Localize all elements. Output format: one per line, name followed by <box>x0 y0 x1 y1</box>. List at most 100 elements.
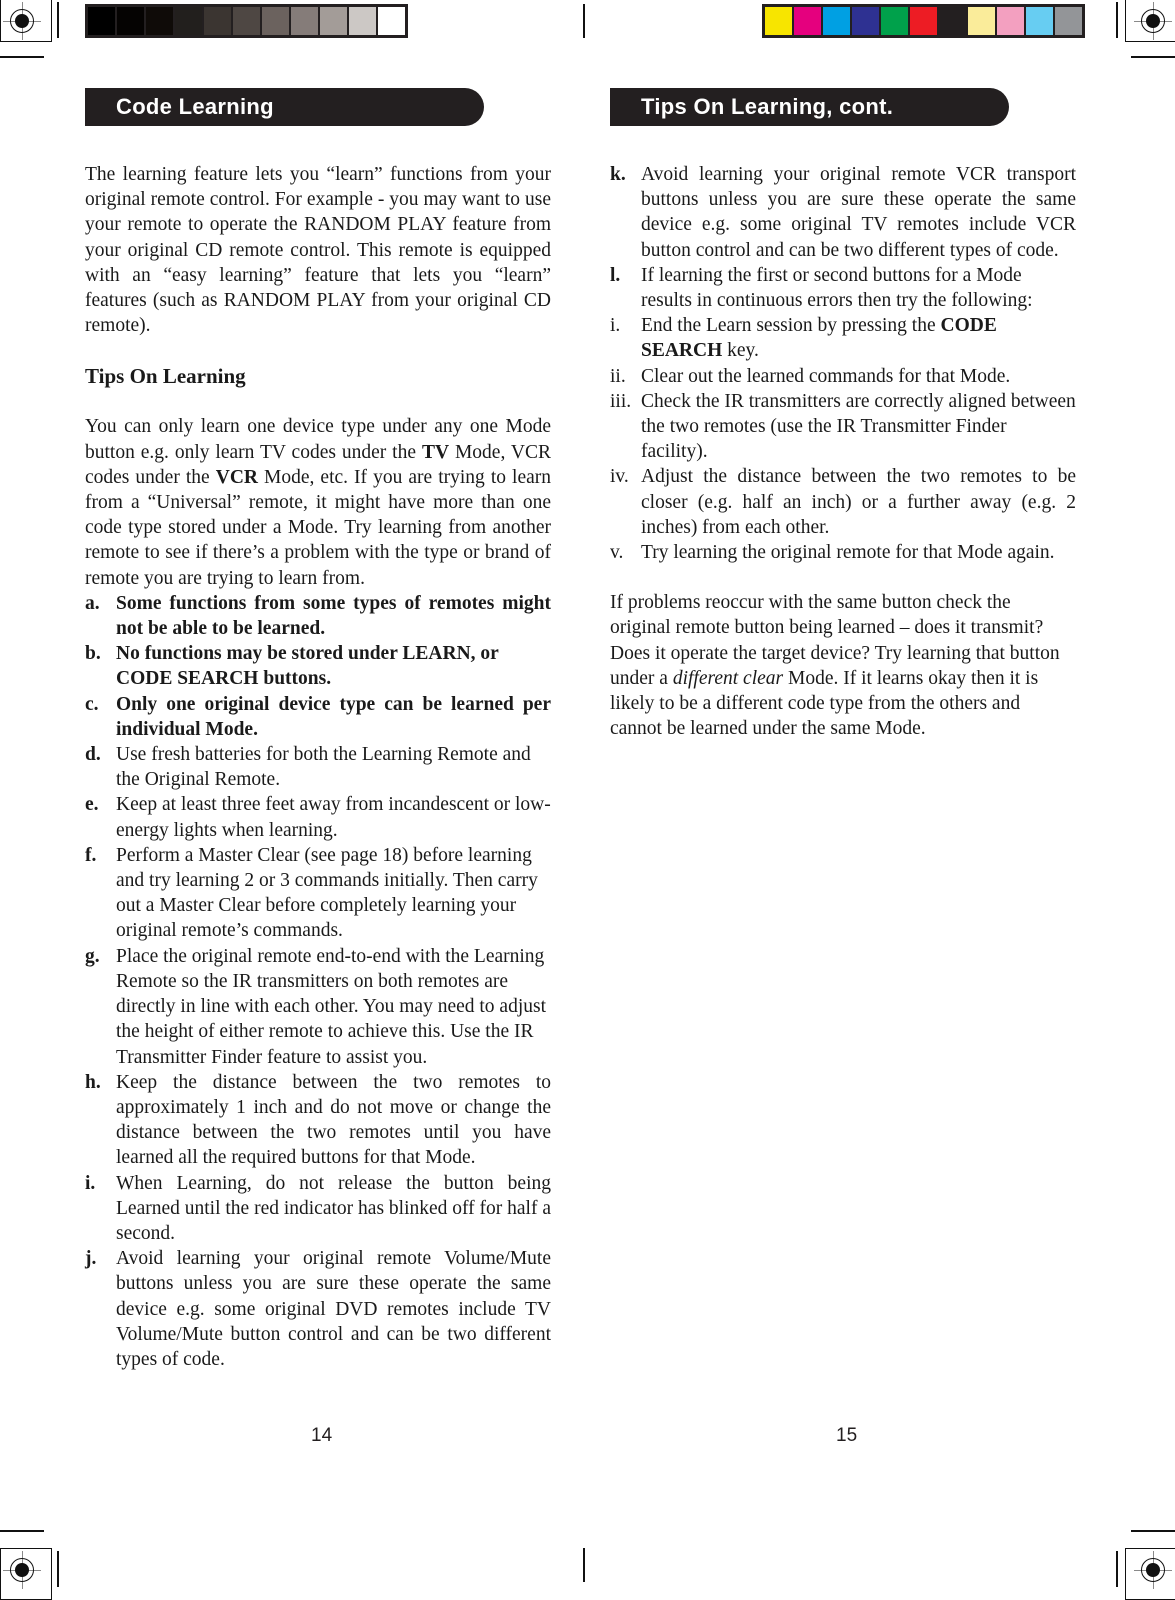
page-left: Code Learning The learning feature lets … <box>85 88 551 1372</box>
gray-patch <box>320 7 347 35</box>
gutter-tick-top <box>583 4 585 38</box>
gray-patch <box>378 7 405 35</box>
sub-list-item: v. Try learning the original remote for … <box>610 540 1076 565</box>
list-text: Keep the distance between the two remote… <box>116 1071 551 1169</box>
list-marker: i. <box>85 1172 96 1194</box>
list-item: i. When Learning, do not release the but… <box>85 1171 551 1247</box>
registration-target-top-left <box>3 2 41 40</box>
trim-tick-top-right <box>1116 2 1118 38</box>
trim-tick-right-upper <box>1131 56 1175 58</box>
list-text: Avoid learning your original remote VCR … <box>641 164 1076 261</box>
color-patch-pink <box>997 7 1024 35</box>
list-marker: d. <box>85 744 101 766</box>
list-marker: j. <box>85 1248 97 1270</box>
list-text: Avoid learning your original remote Volu… <box>116 1248 551 1370</box>
color-patch-gray <box>1055 7 1082 35</box>
page-number-left: 14 <box>311 1425 333 1446</box>
list-item: j. Avoid learning your original remote V… <box>85 1246 551 1372</box>
list-text: Place the original remote end-to-end wit… <box>116 945 546 1068</box>
list-marker: e. <box>85 794 99 816</box>
list-text: When Learning, do not release the button… <box>116 1172 551 1244</box>
list-marker: h. <box>85 1071 101 1093</box>
sub-list-item: ii. Clear out the learned commands for t… <box>610 364 1076 389</box>
color-patch-yellow <box>765 7 792 35</box>
manual-page-spread: Code Learning The learning feature lets … <box>0 0 1175 1600</box>
sub-list-text: Adjust the distance between the two remo… <box>641 466 1076 538</box>
list-text: No functions may be stored under LEARN, … <box>116 643 499 690</box>
list-text: Use fresh batteries for both the Learnin… <box>116 744 531 791</box>
sub-list-marker: i. <box>610 315 621 337</box>
section-header-code-learning: Code Learning <box>85 88 484 126</box>
sub-list-text: End the Learn session by pressing the CO… <box>641 313 1076 363</box>
trim-tick-left-lower <box>0 1530 44 1532</box>
gray-patch <box>146 7 173 35</box>
gray-patch <box>175 7 202 35</box>
sub-list-text: Try learning the original remote for tha… <box>641 542 1055 564</box>
emphasis-different-clear: different clear <box>672 667 784 689</box>
color-control-bar <box>762 4 1085 38</box>
list-marker: a. <box>85 592 100 614</box>
list-text: If learning the first or second buttons … <box>641 264 1033 312</box>
list-item: e. Keep at least three feet away from in… <box>85 792 551 842</box>
intro-paragraph: The learning feature lets you “learn” fu… <box>85 164 551 337</box>
color-patch-blue <box>852 7 879 35</box>
registration-target-top-right <box>1134 2 1172 40</box>
registration-target-bottom-right <box>1134 1551 1172 1589</box>
list-item: l. If learning the first or second butto… <box>610 263 1076 313</box>
list-marker: g. <box>85 945 100 967</box>
list-item: h. Keep the distance between the two rem… <box>85 1070 551 1171</box>
list-text: Keep at least three feet away from incan… <box>116 794 551 841</box>
sub-list-item: iii. Check the IR transmitters are corre… <box>610 389 1076 465</box>
gray-patch <box>88 7 115 35</box>
gray-patch <box>204 7 231 35</box>
tips-list-left: a. Some functions from some types of rem… <box>85 591 551 1372</box>
keyword-tv: TV <box>421 441 450 463</box>
keyword-vcr: VCR <box>215 466 258 488</box>
tips-intro-paragraph: You can only learn one device type under… <box>85 414 551 590</box>
list-text: Only one original device type can be lea… <box>116 693 551 740</box>
trim-tick-bottom-left <box>57 1551 59 1587</box>
trim-tick-right-lower <box>1131 1530 1175 1532</box>
trim-tick-left-upper <box>0 56 44 58</box>
page-right: Tips On Learning, cont. k. Avoid learnin… <box>610 88 1076 741</box>
section-header-tips-cont: Tips On Learning, cont. <box>610 88 1009 126</box>
trim-tick-bottom-right <box>1116 1551 1118 1587</box>
color-patch-light-cyan <box>1026 7 1053 35</box>
sub-list-marker: v. <box>610 542 624 564</box>
gray-patch <box>291 7 318 35</box>
list-marker: f. <box>85 844 97 866</box>
gray-patch <box>233 7 260 35</box>
list-item: c. Only one original device type can be … <box>85 692 551 742</box>
color-patch-light-yellow <box>968 7 995 35</box>
sub-list-tail: key. <box>722 340 759 362</box>
sub-list-marker: iv. <box>610 466 629 488</box>
color-patch-red <box>910 7 937 35</box>
list-marker: l. <box>610 264 621 286</box>
color-patch-black <box>939 7 966 35</box>
list-marker: k. <box>610 164 626 185</box>
list-item: d. Use fresh batteries for both the Lear… <box>85 742 551 792</box>
list-item: k. Avoid learning your original remote V… <box>610 162 1076 263</box>
gutter-tick-bottom <box>583 1548 585 1582</box>
gray-patch <box>117 7 144 35</box>
list-item: a. Some functions from some types of rem… <box>85 591 551 641</box>
page-number-right: 15 <box>836 1425 858 1446</box>
subheading-tips-on-learning: Tips On Learning <box>85 364 246 389</box>
list-marker: b. <box>85 643 101 665</box>
sub-list-item: iv. Adjust the distance between the two … <box>610 464 1076 540</box>
color-patch-magenta <box>794 7 821 35</box>
registration-target-bottom-left <box>3 1551 41 1589</box>
list-text: Perform a Master Clear (see page 18) bef… <box>116 844 538 942</box>
color-patch-green <box>881 7 908 35</box>
color-patch-cyan <box>823 7 850 35</box>
list-text: Some functions from some types of remote… <box>116 592 551 640</box>
gray-patch <box>262 7 289 35</box>
sub-list-text: Check the IR transmitters are correctly … <box>641 390 1076 463</box>
sub-list-lead: End the Learn session by pressing the <box>641 315 941 337</box>
list-marker: c. <box>85 693 99 715</box>
sub-list-text: Clear out the learned commands for that … <box>641 365 1011 387</box>
list-item: f. Perform a Master Clear (see page 18) … <box>85 843 551 944</box>
trim-tick-top-left <box>57 2 59 38</box>
closing-paragraph: If problems reoccur with the same button… <box>610 590 1076 741</box>
tips-list-right: k. Avoid learning your original remote V… <box>610 162 1076 565</box>
